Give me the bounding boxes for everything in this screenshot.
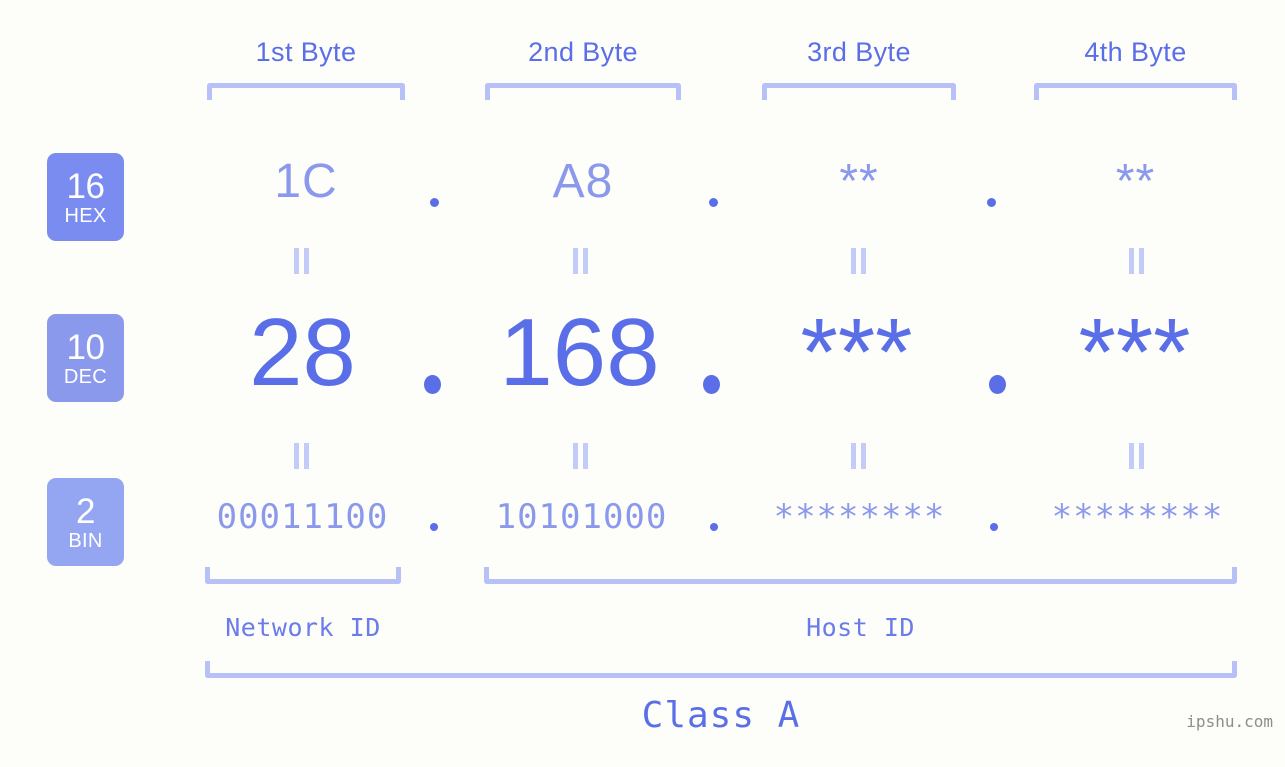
hex-separator-3 bbox=[987, 198, 996, 207]
hex-separator-2 bbox=[709, 198, 718, 207]
base-badge-bin-name: BIN bbox=[68, 529, 103, 552]
equals-mark-dec-bin-3 bbox=[851, 443, 866, 469]
equals-mark-hex-dec-1 bbox=[294, 248, 309, 274]
equals-mark-dec-bin-4 bbox=[1129, 443, 1144, 469]
equals-mark-hex-dec-4 bbox=[1129, 248, 1144, 274]
bin-byte-3: ******** bbox=[773, 497, 946, 537]
dec-separator-1 bbox=[424, 375, 441, 394]
byte-bracket-1 bbox=[207, 83, 405, 100]
hex-byte-3: ** bbox=[839, 155, 879, 208]
base-badge-bin: 2 BIN bbox=[47, 478, 124, 566]
dec-byte-1: 28 bbox=[249, 299, 356, 406]
byte-bracket-4 bbox=[1034, 83, 1237, 100]
byte-bracket-2 bbox=[485, 83, 681, 100]
host-id-bracket bbox=[484, 567, 1237, 584]
equals-mark-hex-dec-3 bbox=[851, 248, 866, 274]
base-badge-dec: 10 DEC bbox=[47, 314, 124, 402]
dec-byte-2: 168 bbox=[499, 299, 660, 406]
bin-separator-1 bbox=[430, 523, 438, 531]
byte-header-2: 2nd Byte bbox=[528, 37, 638, 67]
host-id-label: Host ID bbox=[806, 613, 915, 642]
class-label: Class A bbox=[641, 695, 801, 736]
base-badge-hex-name: HEX bbox=[64, 204, 107, 227]
hex-byte-2: A8 bbox=[552, 155, 614, 208]
bin-separator-2 bbox=[710, 523, 718, 531]
dec-separator-2 bbox=[703, 375, 720, 394]
base-badge-bin-number: 2 bbox=[76, 491, 95, 531]
bin-byte-1: 00011100 bbox=[216, 497, 389, 537]
dec-separator-3 bbox=[989, 375, 1006, 394]
base-badge-hex-number: 16 bbox=[66, 166, 105, 206]
bin-separator-3 bbox=[990, 523, 998, 531]
byte-header-3: 3rd Byte bbox=[807, 37, 911, 67]
base-badge-dec-name: DEC bbox=[63, 365, 108, 388]
hex-separator-1 bbox=[430, 198, 439, 207]
hex-byte-4: ** bbox=[1115, 155, 1156, 208]
bin-byte-2: 10101000 bbox=[495, 497, 668, 537]
byte-header-1: 1st Byte bbox=[255, 37, 357, 67]
watermark: ipshu.com bbox=[1186, 712, 1273, 731]
equals-mark-dec-bin-1 bbox=[294, 443, 309, 469]
byte-header-4: 4th Byte bbox=[1084, 37, 1187, 67]
class-bracket bbox=[205, 661, 1237, 678]
bin-byte-4: ******** bbox=[1051, 497, 1224, 537]
base-badge-hex: 16 HEX bbox=[47, 153, 124, 241]
ip-breakdown-diagram: 1st Byte 2nd Byte 3rd Byte 4th Byte 16 H… bbox=[0, 0, 1285, 767]
dec-byte-4: *** bbox=[1078, 299, 1191, 406]
dec-byte-3: *** bbox=[800, 299, 913, 406]
byte-bracket-3 bbox=[762, 83, 956, 100]
equals-mark-dec-bin-2 bbox=[573, 443, 588, 469]
base-badge-dec-number: 10 bbox=[66, 327, 105, 367]
network-id-bracket bbox=[205, 567, 401, 584]
hex-byte-1: 1C bbox=[274, 155, 338, 208]
equals-mark-hex-dec-2 bbox=[573, 248, 588, 274]
network-id-label: Network ID bbox=[225, 613, 381, 642]
